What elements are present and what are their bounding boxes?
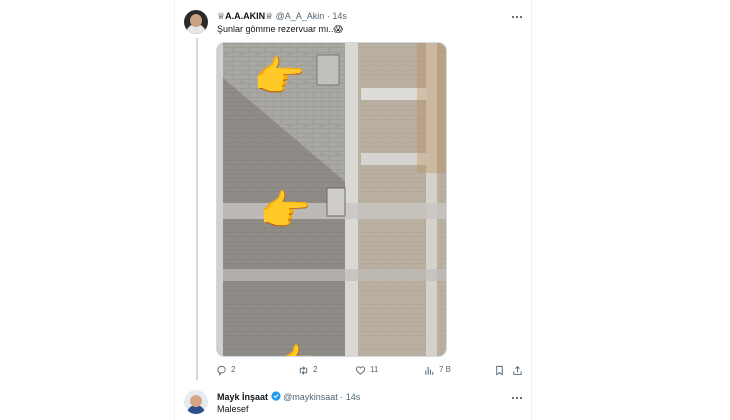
scream-emoji: 😱	[333, 24, 343, 34]
bookmark-icon	[496, 365, 503, 376]
reply-button[interactable]: 2	[216, 363, 235, 377]
reply-icon	[217, 365, 226, 376]
share-button[interactable]	[512, 363, 523, 377]
more-icon[interactable]	[510, 10, 524, 24]
handle[interactable]: @maykinsaat	[283, 392, 338, 402]
thread-connector-line	[196, 38, 198, 380]
reply-header: Mayk İnşaat @maykinsaat · 14s	[217, 390, 360, 404]
pointing-hand-emoji: 👉	[273, 341, 325, 356]
views-button[interactable]: 7 B	[424, 363, 451, 377]
bookmark-button[interactable]	[494, 363, 505, 377]
retweet-button[interactable]: 2	[298, 363, 317, 377]
handle[interactable]: @A_A_Akin	[276, 11, 325, 21]
like-icon	[355, 365, 366, 375]
display-name[interactable]: Mayk İnşaat	[217, 392, 268, 402]
share-icon	[513, 365, 522, 375]
timestamp[interactable]: · 14s	[340, 392, 360, 402]
tweet-text: Şunlar gömme rezervuar mı..😱	[217, 24, 343, 34]
like-button[interactable]: 11	[355, 363, 378, 377]
views-icon	[425, 366, 434, 375]
avatar[interactable]	[184, 390, 208, 414]
pointing-hand-emoji: 👉	[259, 187, 311, 234]
building-photo: 👉 👉 👉	[217, 43, 446, 356]
tweet-header: ♕A.A.AKIN♕ @A_A_Akin · 14s	[217, 9, 347, 23]
avatar[interactable]	[184, 10, 208, 34]
retweet-icon	[299, 365, 308, 375]
pointing-hand-emoji: 👉	[253, 53, 305, 100]
tweet-actions: 2 2 11 7 B	[216, 363, 526, 377]
tweet-photo[interactable]: 👉 👉 👉	[216, 42, 447, 357]
display-name[interactable]: ♕A.A.AKIN♕	[217, 11, 273, 21]
more-icon[interactable]	[510, 391, 524, 405]
reply-text: Malesef	[217, 404, 249, 414]
verified-badge-icon	[270, 391, 281, 401]
timestamp[interactable]: · 14s	[327, 11, 347, 21]
